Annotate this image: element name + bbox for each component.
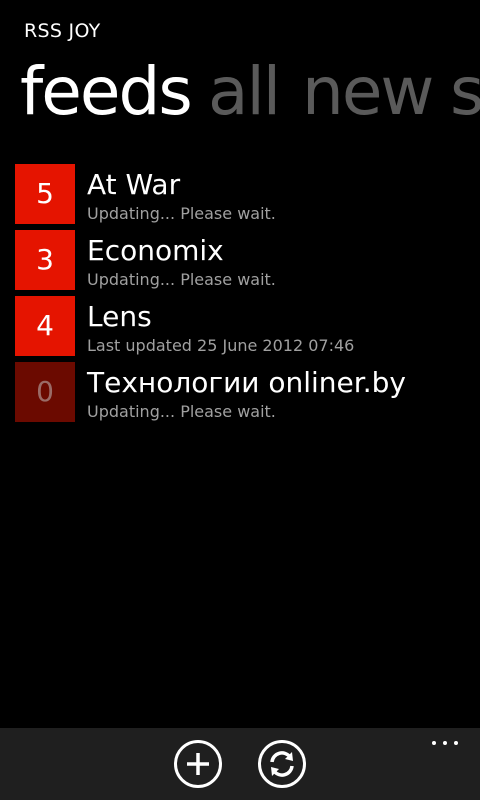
feed-item-at-war[interactable]: 5 At War Updating... Please wait. — [15, 164, 480, 224]
unread-count-badge: 4 — [15, 296, 75, 356]
app-title: RSS JOY — [24, 20, 101, 42]
pivot-header: feeds all new s — [0, 44, 480, 144]
feed-title: Технологии onliner.by — [87, 366, 406, 399]
feed-status: Updating... Please wait. — [87, 204, 276, 223]
refresh-button[interactable] — [258, 740, 306, 788]
feed-title: At War — [87, 168, 181, 201]
feed-title: Lens — [87, 300, 152, 333]
feed-status: Last updated 25 June 2012 07:46 — [87, 336, 355, 355]
feed-item-onliner[interactable]: 0 Технологии onliner.by Updating... Plea… — [15, 362, 480, 422]
feed-list: 5 At War Updating... Please wait. 3 Econ… — [15, 164, 480, 428]
unread-count-badge: 0 — [15, 362, 75, 422]
application-bar — [0, 728, 480, 800]
unread-count-badge: 3 — [15, 230, 75, 290]
pivot-item-all[interactable]: all — [208, 44, 281, 140]
ellipsis-icon[interactable] — [428, 732, 462, 752]
unread-count-badge: 5 — [15, 164, 75, 224]
pivot-item-feeds[interactable]: feeds — [20, 44, 193, 140]
pivot-item-new[interactable]: new — [302, 44, 434, 140]
pivot-item-partial[interactable]: s — [450, 44, 480, 140]
add-icon — [187, 753, 209, 775]
feed-status: Updating... Please wait. — [87, 402, 276, 421]
feed-status: Updating... Please wait. — [87, 270, 276, 289]
add-feed-button[interactable] — [174, 740, 222, 788]
feed-item-lens[interactable]: 4 Lens Last updated 25 June 2012 07:46 — [15, 296, 480, 356]
refresh-icon — [270, 751, 294, 777]
feed-title: Economix — [87, 234, 224, 267]
feed-item-economix[interactable]: 3 Economix Updating... Please wait. — [15, 230, 480, 290]
